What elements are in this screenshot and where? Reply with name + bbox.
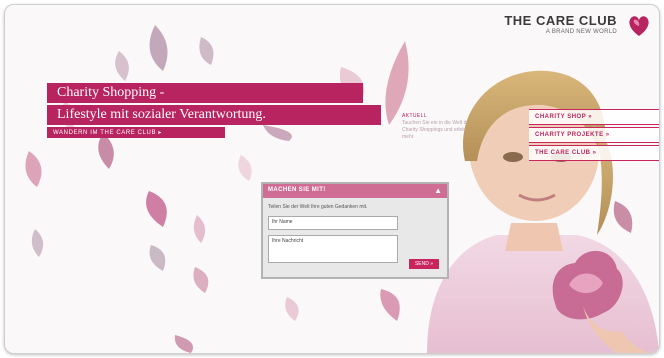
message-field[interactable]: Ihre Nachricht	[268, 235, 398, 263]
brand-logo[interactable]: THE CARE CLUB A BRAND NEW WORLD	[504, 13, 649, 36]
nav-the-care-club[interactable]: THE CARE CLUB »	[529, 145, 659, 161]
panel-intro: Teilen Sie der Welt Ihre guten Gedanken …	[268, 204, 368, 210]
nav-charity-projekte[interactable]: CHARITY PROJEKTE »	[529, 127, 659, 143]
collapse-icon[interactable]: ▲	[434, 186, 442, 195]
feedback-panel: MACHEN SIE MIT! ▲ Teilen Sie der Welt Ih…	[261, 182, 449, 279]
send-button[interactable]: SEND »	[408, 259, 439, 269]
page-frame: THE CARE CLUB A BRAND NEW WORLD Charity …	[4, 4, 660, 354]
name-field[interactable]: Ihr Name	[268, 216, 398, 230]
main-navigation: CHARITY SHOP » CHARITY PROJEKTE » THE CA…	[529, 109, 659, 163]
nav-charity-shop[interactable]: CHARITY SHOP »	[529, 109, 659, 125]
hero-cta-link[interactable]: WANDERN IM THE CARE CLUB ▸	[47, 127, 225, 138]
panel-header: MACHEN SIE MIT! ▲	[263, 184, 447, 198]
heart-logo-icon	[629, 16, 649, 36]
panel-title: MACHEN SIE MIT!	[268, 187, 326, 193]
hero-line-1: Charity Shopping -	[47, 83, 363, 103]
hero-line-2: Lifestyle mit sozialer Verantwortung.	[47, 105, 381, 125]
